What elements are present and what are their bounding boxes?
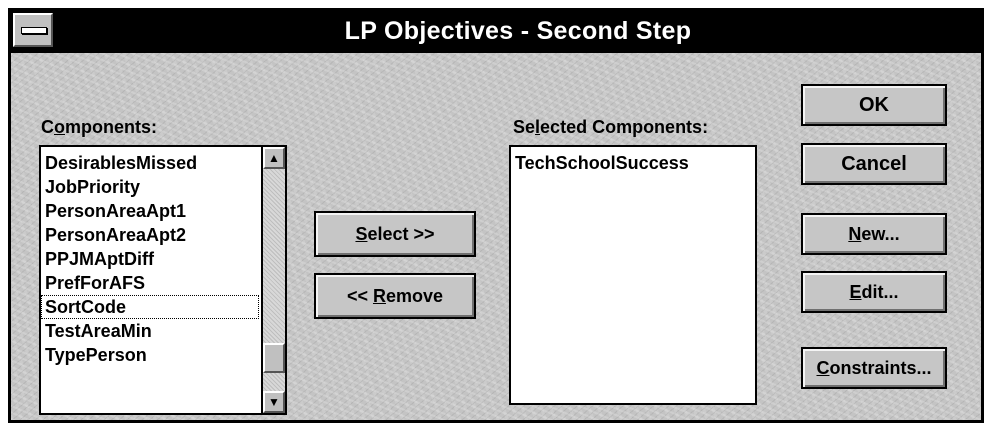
select-button[interactable]: Select >> [314,211,476,257]
dialog-client-area: Components: DesirablesMissed JobPriority P… [11,53,981,420]
system-menu-button[interactable] [13,13,53,47]
component-list-item[interactable]: PersonAreaApt1 [41,199,259,223]
selected-component-list-item[interactable]: TechSchoolSuccess [511,151,755,175]
cancel-button[interactable]: Cancel [801,143,947,185]
selected-components-listbox[interactable]: TechSchoolSuccess [509,145,757,405]
system-menu-icon [21,27,47,34]
window-title: LP Objectives - Second Step [344,17,692,45]
constraints-button[interactable]: Constraints... [801,347,947,389]
new-button[interactable]: New... [801,213,947,255]
ok-button[interactable]: OK [801,84,947,126]
component-list-item[interactable]: SortCode [41,295,259,319]
scroll-down-arrow-icon[interactable]: ▼ [263,391,285,413]
components-label: Components: [41,117,157,137]
components-scrollbar[interactable]: ▲ ▼ [261,147,285,413]
components-list-items: DesirablesMissed JobPriority PersonAreaApt… [41,151,259,367]
component-list-item[interactable]: PrefForAFS [41,271,259,295]
remove-button[interactable]: << Remove [314,273,476,319]
edit-button[interactable]: Edit... [801,271,947,313]
scroll-up-arrow-icon[interactable]: ▲ [263,147,285,169]
dialog-window: LP Objectives - Second Step Components: … [8,8,984,423]
title-bar: LP Objectives - Second Step [11,11,981,53]
component-list-item[interactable]: TestAreaMin [41,319,259,343]
component-list-item[interactable]: TypePerson [41,343,259,367]
selected-list-items: TechSchoolSuccess [511,151,755,175]
component-list-item[interactable]: PPJMAptDiff [41,247,259,271]
component-list-item[interactable]: PersonAreaApt2 [41,223,259,247]
component-list-item[interactable]: JobPriority [41,175,259,199]
component-list-item[interactable]: DesirablesMissed [41,151,259,175]
selected-components-label: Selected Components: [513,117,709,137]
scrollbar-thumb[interactable] [263,343,285,373]
components-listbox[interactable]: DesirablesMissed JobPriority PersonAreaApt… [39,145,287,415]
